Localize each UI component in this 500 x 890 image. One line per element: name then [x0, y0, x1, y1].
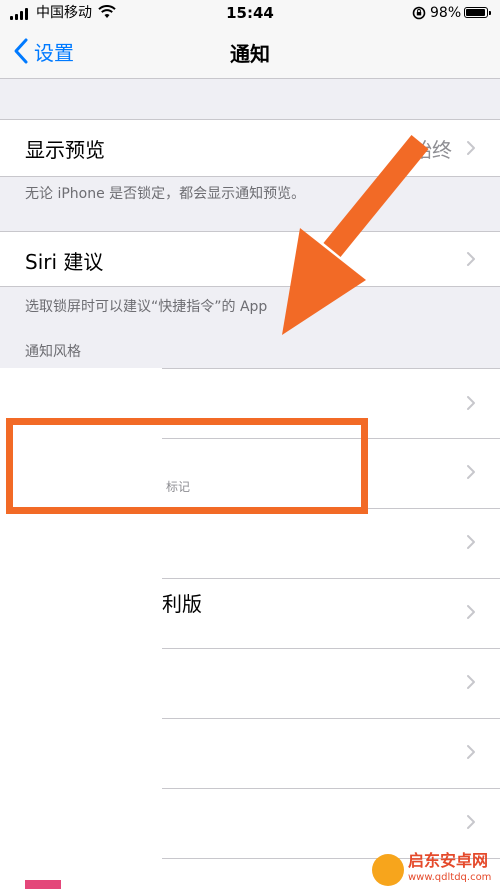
- chevron-right-icon: [467, 675, 475, 689]
- battery-icon: [464, 7, 491, 18]
- highlight-box-annotation: [6, 418, 368, 514]
- arrow-annotation: [282, 135, 429, 335]
- battery-percent: 98%: [430, 5, 462, 21]
- chevron-right-icon: [467, 252, 475, 266]
- chevron-right-icon: [467, 396, 475, 410]
- show-previews-footer: 无论 iPhone 是否锁定，都会显示通知预览。: [25, 186, 306, 202]
- watermark-logo-icon: [372, 854, 404, 886]
- chevron-right-icon: [467, 535, 475, 549]
- app-row-4-label: 利版: [162, 592, 202, 616]
- status-bar: 中国移动 15:44 98%: [0, 0, 500, 26]
- page-title: 通知: [230, 42, 270, 66]
- watermark: 启东安卓网 www.qdltdq.com: [372, 850, 500, 889]
- watermark-url: www.qdltdq.com: [408, 872, 492, 883]
- chevron-right-icon: [467, 465, 475, 479]
- chevron-right-icon: [467, 141, 475, 155]
- orientation-lock-icon: [412, 6, 426, 20]
- chevron-right-icon: [467, 745, 475, 759]
- chevron-right-icon: [467, 815, 475, 829]
- notification-style-header: 通知风格: [25, 344, 81, 360]
- navigation-bar: 设置 通知: [0, 26, 500, 79]
- show-previews-label: 显示预览: [25, 138, 105, 162]
- siri-suggestions-footer: 选取锁屏时可以建议“快捷指令”的 App: [25, 299, 268, 315]
- app-icon-partial: [25, 880, 61, 889]
- chevron-right-icon: [467, 605, 475, 619]
- siri-suggestions-label: Siri 建议: [25, 250, 104, 274]
- watermark-title: 启东安卓网: [408, 851, 489, 870]
